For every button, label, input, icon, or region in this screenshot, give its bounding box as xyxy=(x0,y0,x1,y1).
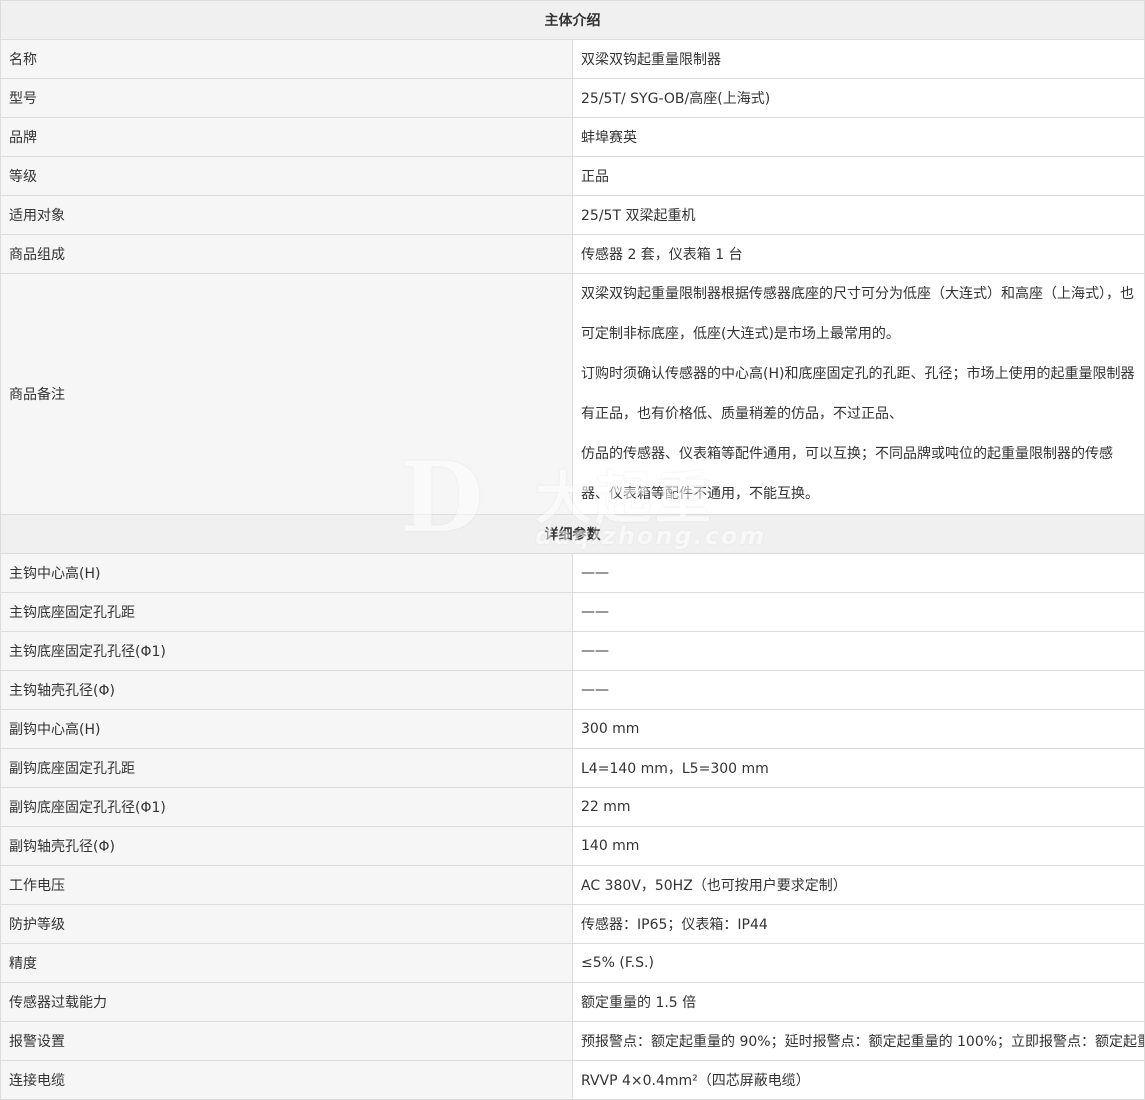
row-label: 主钩轴壳孔径(Φ) xyxy=(0,670,573,710)
row-label: 传感器过载能力 xyxy=(0,982,573,1022)
row-value: L4=140 mm，L5=300 mm xyxy=(572,748,1145,788)
note-line: 双梁双钩起重量限制器根据传感器底座的尺寸可分为低座（大连式）和高座（上海式），也… xyxy=(581,286,1134,342)
spec-table: 主体介绍 名称 双梁双钩起重量限制器 型号 25/5T/ SYG-OB/高座(上… xyxy=(0,0,1145,1100)
row-label: 副钩中心高(H) xyxy=(0,709,573,749)
row-label: 副钩底座固定孔孔径(Φ1) xyxy=(0,787,573,827)
spec-row-applicable: 适用对象 25/5T 双梁起重机 xyxy=(0,195,1145,235)
row-label: 商品组成 xyxy=(0,234,573,274)
row-value: —— xyxy=(572,553,1145,593)
row-label: 等级 xyxy=(0,156,573,196)
row-label: 商品备注 xyxy=(0,273,573,515)
note-line: 仿品的传感器、仪表箱等配件通用，可以互换；不同品牌或吨位的起重量限制器的传感器、… xyxy=(581,446,1113,502)
note-line: 订购时须确认传感器的中心高(H)和底座固定孔的孔距、孔径；市场上使用的起重量限制… xyxy=(581,366,1135,422)
detail-row: 主钩底座固定孔孔径(Φ1) —— xyxy=(0,631,1145,671)
detail-row: 主钩中心高(H) —— xyxy=(0,553,1145,593)
row-value: 25/5T/ SYG-OB/高座(上海式) xyxy=(572,78,1145,118)
detail-row: 副钩轴壳孔径(Φ) 140 mm xyxy=(0,826,1145,866)
spec-row-note: 商品备注 双梁双钩起重量限制器根据传感器底座的尺寸可分为低座（大连式）和高座（上… xyxy=(0,273,1145,515)
row-label: 主钩中心高(H) xyxy=(0,553,573,593)
row-value: 双梁双钩起重量限制器 xyxy=(572,39,1145,79)
detail-row: 副钩中心高(H) 300 mm xyxy=(0,709,1145,749)
row-label: 适用对象 xyxy=(0,195,573,235)
note-text: 双梁双钩起重量限制器根据传感器底座的尺寸可分为低座（大连式）和高座（上海式），也… xyxy=(572,273,1145,515)
row-value: 蚌埠赛英 xyxy=(572,117,1145,157)
row-label: 品牌 xyxy=(0,117,573,157)
row-label: 主钩底座固定孔孔径(Φ1) xyxy=(0,631,573,671)
detail-row: 副钩底座固定孔孔距 L4=140 mm，L5=300 mm xyxy=(0,748,1145,788)
detail-row: 主钩轴壳孔径(Φ) —— xyxy=(0,670,1145,710)
spec-row-grade: 等级 正品 xyxy=(0,156,1145,196)
row-label: 主钩底座固定孔孔距 xyxy=(0,592,573,632)
section-title-detail: 详细参数 xyxy=(0,514,1145,554)
row-value: RVVP 4×0.4mm²（四芯屏蔽电缆） xyxy=(572,1060,1145,1100)
row-value: 正品 xyxy=(572,156,1145,196)
row-value: —— xyxy=(572,592,1145,632)
row-label: 副钩轴壳孔径(Φ) xyxy=(0,826,573,866)
row-value: 预报警点：额定起重量的 90%；延时报警点：额定起重量的 100%；立即报警点：… xyxy=(572,1021,1145,1061)
row-value: 140 mm xyxy=(572,826,1145,866)
spec-row-name: 名称 双梁双钩起重量限制器 xyxy=(0,39,1145,79)
row-label: 名称 xyxy=(0,39,573,79)
detail-row: 传感器过载能力 额定重量的 1.5 倍 xyxy=(0,982,1145,1022)
spec-row-brand: 品牌 蚌埠赛英 xyxy=(0,117,1145,157)
row-value: AC 380V，50HZ（也可按用户要求定制） xyxy=(572,865,1145,905)
detail-row: 主钩底座固定孔孔距 —— xyxy=(0,592,1145,632)
row-label: 报警设置 xyxy=(0,1021,573,1061)
row-label: 工作电压 xyxy=(0,865,573,905)
row-value: 传感器 2 套，仪表箱 1 台 xyxy=(572,234,1145,274)
row-value: 25/5T 双梁起重机 xyxy=(572,195,1145,235)
detail-row: 报警设置 预报警点：额定起重量的 90%；延时报警点：额定起重量的 100%；立… xyxy=(0,1021,1145,1061)
row-value: 300 mm xyxy=(572,709,1145,749)
row-label: 副钩底座固定孔孔距 xyxy=(0,748,573,788)
section-header-main: 主体介绍 xyxy=(0,0,1145,40)
row-value: 传感器：IP65；仪表箱：IP44 xyxy=(572,904,1145,944)
detail-row: 连接电缆 RVVP 4×0.4mm²（四芯屏蔽电缆） xyxy=(0,1060,1145,1100)
detail-row: 防护等级 传感器：IP65；仪表箱：IP44 xyxy=(0,904,1145,944)
detail-row: 精度 ≤5% (F.S.) xyxy=(0,943,1145,983)
row-label: 型号 xyxy=(0,78,573,118)
row-value: 22 mm xyxy=(572,787,1145,827)
row-label: 连接电缆 xyxy=(0,1060,573,1100)
detail-row: 工作电压 AC 380V，50HZ（也可按用户要求定制） xyxy=(0,865,1145,905)
section-header-detail: 详细参数 xyxy=(0,514,1145,554)
detail-row: 副钩底座固定孔孔径(Φ1) 22 mm xyxy=(0,787,1145,827)
section-title-main: 主体介绍 xyxy=(0,0,1145,40)
row-value: 额定重量的 1.5 倍 xyxy=(572,982,1145,1022)
spec-row-composition: 商品组成 传感器 2 套，仪表箱 1 台 xyxy=(0,234,1145,274)
row-value: —— xyxy=(572,631,1145,671)
spec-row-model: 型号 25/5T/ SYG-OB/高座(上海式) xyxy=(0,78,1145,118)
row-value: ≤5% (F.S.) xyxy=(572,943,1145,983)
row-value: —— xyxy=(572,670,1145,710)
row-label: 防护等级 xyxy=(0,904,573,944)
row-label: 精度 xyxy=(0,943,573,983)
